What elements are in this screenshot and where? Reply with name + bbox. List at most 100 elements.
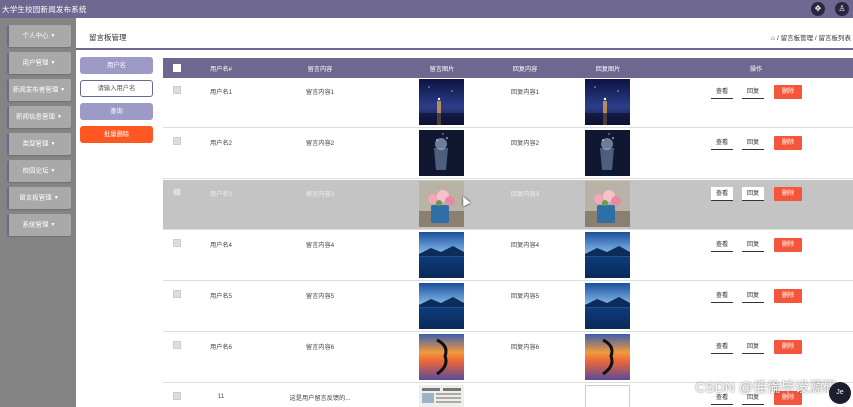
view-button[interactable]: 查看	[711, 187, 733, 201]
sidebar-item-news-management[interactable]: 新闻信息管理 ▼	[7, 106, 71, 128]
cell-username: 用户名4	[209, 242, 233, 249]
reply-button[interactable]: 回复	[742, 136, 764, 150]
sidebar-item-marker	[7, 52, 9, 74]
chevron-down-icon: ▼	[50, 168, 56, 174]
table-header: 用户名# 留言内容 留言图片 回复内容 回复图片 操作	[163, 58, 853, 78]
chevron-down-icon: ▼	[50, 222, 56, 228]
row-checkbox[interactable]	[173, 392, 181, 400]
delete-button[interactable]: 删除	[774, 85, 802, 99]
search-button[interactable]: 查询	[80, 103, 153, 120]
row-checkbox[interactable]	[173, 290, 181, 298]
view-button[interactable]: 查看	[711, 340, 733, 354]
cell-content: 留言内容5	[305, 293, 335, 300]
cell-reply: 回复内容2	[510, 140, 540, 147]
sidebar-item-label: 个人中心	[22, 32, 49, 40]
cell-username: 用户名1	[209, 89, 233, 96]
cell-username: 用户名3	[209, 191, 233, 198]
cell-content: 留言内容3	[305, 191, 335, 198]
message-image[interactable]	[419, 232, 464, 278]
reply-button[interactable]: 回复	[742, 85, 764, 99]
table-row[interactable]: 用户名5 留言内容5 回复内容5 查看 回复 删除	[163, 282, 853, 332]
table-row[interactable]: 用户名1 留言内容1 回复内容1 查看 回复 删除	[163, 78, 853, 128]
cell-username: 用户名6	[209, 344, 233, 351]
message-image[interactable]	[419, 181, 464, 227]
sidebar-item-system-management[interactable]: 系统管理 ▼	[7, 214, 71, 236]
broken-image-icon	[585, 385, 630, 407]
sidebar-item-label: 系统管理	[22, 221, 49, 229]
sidebar-item-type-management[interactable]: 类型管理 ▼	[7, 133, 71, 155]
row-checkbox[interactable]	[173, 239, 181, 247]
home-icon[interactable]: ⌂	[771, 35, 775, 42]
column-header-content: 留言内容	[307, 66, 333, 73]
table-row[interactable]: 用户名4 留言内容4 回复内容4 查看 回复 删除	[163, 231, 853, 281]
sidebar: 个人中心 ▼ 用户管理 ▼ 新闻发布者管理 ▼ 新闻信息管理 ▼ 类型管理 ▼ 校园论坛 ▼…	[0, 18, 76, 407]
chevron-down-icon: ▼	[57, 114, 62, 120]
cell-reply: 回复内容5	[510, 293, 540, 300]
cell-content: 留言内容6	[305, 344, 335, 351]
reply-image[interactable]	[585, 181, 630, 227]
delete-button[interactable]: 删除	[774, 136, 802, 150]
row-checkbox[interactable]	[173, 86, 181, 94]
row-checkbox[interactable]	[173, 188, 181, 196]
sidebar-item-label: 校园论坛	[22, 167, 49, 175]
reply-button[interactable]: 回复	[742, 340, 764, 354]
column-header-username[interactable]: 用户名#	[210, 64, 232, 73]
sidebar-item-publisher-management[interactable]: 新闻发布者管理 ▼	[7, 79, 71, 101]
message-image[interactable]	[419, 334, 464, 380]
table-row[interactable]: 用户名6 留言内容6 回复内容6 查看 回复 删除	[163, 333, 853, 383]
delete-button[interactable]: 删除	[774, 238, 802, 252]
sidebar-item-campus-forum[interactable]: 校园论坛 ▼	[7, 160, 71, 182]
table-row[interactable]: 用户名2 留言内容2 回复内容2 查看 回复 删除	[163, 129, 853, 179]
chevron-down-icon: ▼	[60, 87, 66, 93]
view-button[interactable]: 查看	[711, 238, 733, 252]
user-icon[interactable]: ♙	[835, 2, 849, 16]
reply-image[interactable]	[585, 283, 630, 329]
column-header-actions: 操作	[749, 66, 763, 73]
breadcrumb-item[interactable]: 留言板管理	[781, 35, 814, 42]
sidebar-item-label: 类型管理	[22, 140, 49, 148]
chevron-down-icon: ▼	[50, 141, 56, 147]
row-checkbox[interactable]	[173, 341, 181, 349]
app-title: 大学生校园新闻发布系统	[2, 5, 87, 14]
reply-image[interactable]	[585, 79, 630, 125]
sidebar-item-label: 新闻发布者管理	[12, 86, 59, 94]
sidebar-item-marker	[7, 214, 9, 236]
delete-button[interactable]: 删除	[774, 187, 802, 201]
delete-button[interactable]: 删除	[774, 340, 802, 354]
reply-button[interactable]: 回复	[742, 238, 764, 252]
column-header-reply: 回复内容	[512, 66, 538, 73]
breadcrumb-item: 留言板列表	[818, 35, 852, 42]
row-checkbox[interactable]	[173, 137, 181, 145]
view-button[interactable]: 查看	[711, 136, 733, 150]
table-row[interactable]: 用户名3 留言内容3 回复内容3 查看 回复 删除	[163, 180, 853, 230]
message-image[interactable]	[419, 130, 464, 176]
sidebar-item-message-board[interactable]: 留言板管理 ▼	[7, 187, 71, 209]
cell-reply: 回复内容3	[510, 191, 540, 198]
sidebar-item-label: 留言板管理	[19, 194, 52, 202]
view-button[interactable]: 查看	[711, 85, 733, 99]
sidebar-item-label: 新闻信息管理	[16, 113, 56, 121]
reply-button[interactable]: 回复	[742, 187, 764, 201]
view-button[interactable]: 查看	[711, 289, 733, 303]
chevron-down-icon: ▼	[53, 195, 59, 201]
reply-image[interactable]	[585, 334, 630, 380]
reply-image[interactable]	[585, 232, 630, 278]
message-image[interactable]	[419, 283, 464, 329]
delete-button[interactable]: 删除	[774, 289, 802, 303]
cell-content: 留言内容4	[305, 242, 335, 249]
top-bar: 大学生校园新闻发布系统 ✥ ♙	[0, 0, 853, 18]
sidebar-item-personal-center[interactable]: 个人中心 ▼	[7, 25, 71, 47]
message-image[interactable]	[419, 385, 464, 407]
reply-image[interactable]	[585, 130, 630, 176]
cell-content: 留言内容2	[305, 140, 335, 147]
select-all-checkbox[interactable]	[173, 64, 181, 72]
fullscreen-icon[interactable]: ✥	[811, 2, 825, 16]
sidebar-item-user-management[interactable]: 用户管理 ▼	[7, 52, 71, 74]
batch-delete-button[interactable]: 批量删除	[80, 126, 153, 143]
sidebar-item-marker	[7, 25, 9, 47]
reply-button[interactable]: 回复	[742, 289, 764, 303]
message-image[interactable]	[419, 79, 464, 125]
username-search-input[interactable]: 请输入用户名	[80, 80, 153, 97]
cell-username: 用户名2	[209, 140, 233, 147]
sidebar-item-marker	[7, 79, 9, 101]
